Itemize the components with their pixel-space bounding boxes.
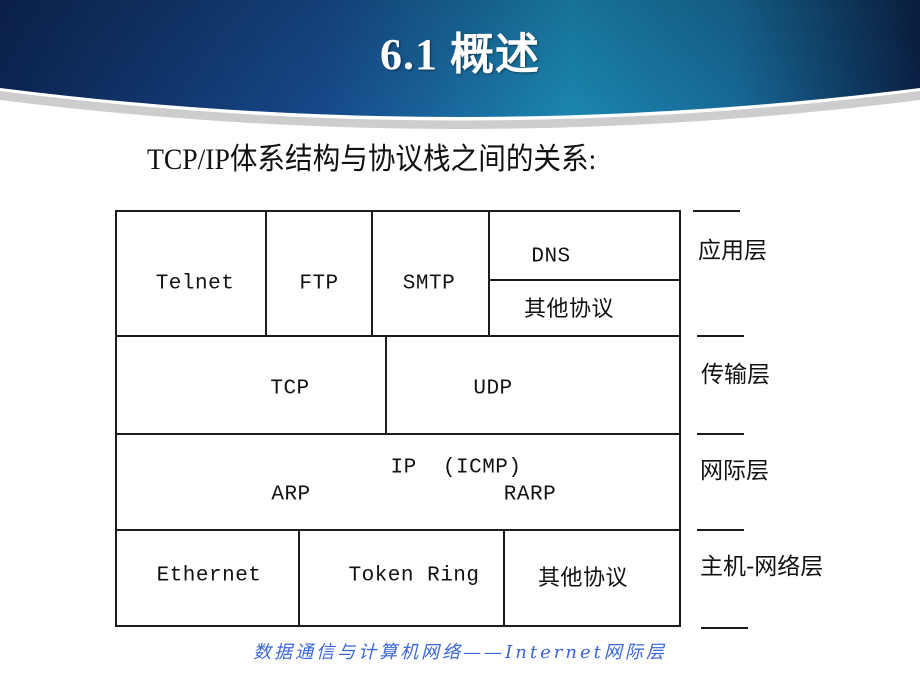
- cell-dns: DNS: [531, 245, 571, 269]
- frame-bottom: [115, 625, 681, 627]
- row-divider-transport-internet: [115, 433, 681, 435]
- layer-label-host-network: 主机-网络层: [700, 554, 824, 580]
- cell-telnet: Telnet: [155, 272, 235, 296]
- slide-footer: 数据通信与计算机网络——Internet网际层: [253, 642, 667, 663]
- cell-app-other-protocols: 其他协议: [523, 297, 615, 322]
- col-divider-smtp-dns: [488, 210, 490, 337]
- layer-label-internet: 网际层: [700, 458, 769, 484]
- layer-tick-app-transport: [697, 335, 744, 337]
- cell-udp: UDP: [473, 377, 513, 401]
- cell-arp: ARP: [271, 483, 311, 507]
- layer-tick-transport-internet: [697, 433, 744, 435]
- col-divider-telnet-ftp: [265, 210, 267, 337]
- cell-smtp: SMTP: [402, 272, 456, 296]
- layer-tick-bottom: [701, 627, 748, 629]
- header-banner: 6.1 概述: [0, 0, 920, 130]
- slide-title: 6.1 概述: [380, 30, 540, 79]
- layer-label-application: 应用层: [698, 238, 767, 264]
- frame-right: [679, 210, 681, 627]
- layer-tick-internet-link: [697, 529, 744, 531]
- col-divider-tokenring-other: [503, 529, 505, 627]
- slide-subtitle: TCP/IP体系结构与协议栈之间的关系:: [147, 143, 597, 176]
- frame-left: [115, 210, 117, 627]
- row-divider-app-transport: [115, 335, 681, 337]
- layer-tick-top: [693, 210, 740, 212]
- row-divider-internet-link: [115, 529, 681, 531]
- cell-ftp: FTP: [299, 272, 339, 296]
- cell-tcp: TCP: [270, 377, 310, 401]
- col-divider-ftp-smtp: [371, 210, 373, 337]
- cell-link-other-protocols: 其他协议: [537, 566, 629, 591]
- col-divider-ethernet-tokenring: [298, 529, 300, 627]
- cell-ip-icmp: IP (ICMP): [390, 456, 522, 480]
- cell-token-ring: Token Ring: [348, 564, 480, 588]
- cell-ethernet: Ethernet: [156, 564, 262, 588]
- row-divider-dns-other: [488, 279, 681, 281]
- frame-top: [115, 210, 681, 212]
- col-divider-tcp-udp: [385, 335, 387, 435]
- cell-rarp: RARP: [503, 483, 557, 507]
- layer-label-transport: 传输层: [701, 362, 770, 388]
